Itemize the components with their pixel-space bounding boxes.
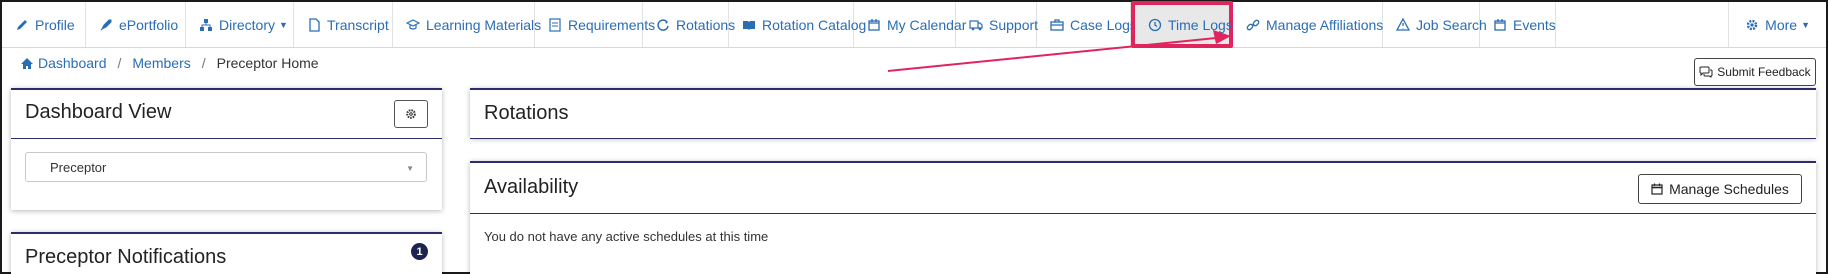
chevron-down-icon: ▼	[406, 164, 414, 173]
manage-schedules-button[interactable]: Manage Schedules	[1638, 174, 1802, 204]
top-navigation: Profile ePortfolio Directory ▼ Transcrip…	[2, 1, 1826, 48]
chat-bubble-icon	[1699, 66, 1713, 78]
nav-time-logs[interactable]: Time Logs	[1131, 1, 1233, 48]
panel-divider	[470, 138, 1816, 139]
breadcrumb-members[interactable]: Members	[132, 55, 190, 71]
gear-icon	[405, 108, 417, 120]
availability-title: Availability	[484, 176, 579, 198]
pencil-icon	[15, 18, 29, 32]
breadcrumb-separator: /	[117, 55, 122, 71]
breadcrumb: Dashboard / Members / Preceptor Home	[20, 55, 319, 71]
link-icon	[1246, 18, 1260, 32]
rocket-icon	[99, 18, 113, 32]
nav-transcript[interactable]: Transcript	[294, 2, 393, 47]
dashboard-view-select[interactable]: Preceptor ▼	[25, 152, 427, 182]
breadcrumb-separator: /	[201, 55, 206, 71]
caret-down-icon: ▼	[279, 19, 288, 30]
calendar-icon	[1493, 18, 1507, 32]
rotations-panel: Rotations	[470, 88, 1816, 139]
nav-events[interactable]: Events	[1480, 2, 1556, 47]
panel-divider	[470, 213, 1816, 214]
book-open-icon	[742, 18, 756, 32]
notification-count-badge: 1	[411, 243, 428, 260]
rotations-title: Rotations	[484, 102, 569, 124]
preceptor-notifications-title: Preceptor Notifications	[25, 246, 227, 268]
gear-icon	[1745, 18, 1759, 32]
caret-down-icon: ▼	[1801, 19, 1810, 30]
graduation-cap-icon	[406, 18, 420, 32]
availability-panel: Availability Manage Schedules You do not…	[470, 161, 1816, 274]
alert-triangle-icon	[1396, 17, 1410, 32]
nav-case-logs[interactable]: Case Logs	[1037, 2, 1137, 47]
nav-spacer	[1556, 2, 1730, 47]
nav-more[interactable]: More ▼	[1729, 2, 1826, 47]
briefcase-icon	[1050, 18, 1064, 32]
list-box-icon	[548, 17, 562, 32]
home-icon	[20, 57, 34, 70]
panel-divider	[11, 138, 442, 139]
preceptor-notifications-panel: Preceptor Notifications 1	[11, 232, 442, 274]
document-icon	[307, 17, 321, 32]
breadcrumb-current: Preceptor Home	[216, 55, 319, 71]
nav-manage-affiliations[interactable]: Manage Affiliations	[1233, 2, 1383, 47]
dashboard-settings-button[interactable]	[394, 100, 428, 128]
calendar-icon	[1651, 183, 1663, 195]
dashboard-view-title: Dashboard View	[25, 101, 172, 123]
nav-job-search[interactable]: Job Search	[1383, 2, 1487, 47]
nav-rotation-catalog[interactable]: Rotation Catalog	[729, 2, 866, 47]
calendar-icon	[867, 18, 881, 32]
nav-my-calendar[interactable]: My Calendar	[854, 2, 966, 47]
submit-feedback-button[interactable]: Submit Feedback	[1694, 58, 1816, 86]
nav-profile[interactable]: Profile	[2, 2, 86, 47]
ambulance-icon	[969, 18, 983, 32]
breadcrumb-dashboard[interactable]: Dashboard	[20, 55, 107, 71]
nav-eportfolio[interactable]: ePortfolio	[86, 2, 186, 47]
nav-requirements[interactable]: Requirements	[535, 2, 655, 47]
nav-support[interactable]: Support	[956, 2, 1038, 47]
availability-empty-message: You do not have any active schedules at …	[484, 229, 769, 244]
clock-icon	[1148, 18, 1162, 32]
nav-learning-materials[interactable]: Learning Materials	[393, 2, 541, 47]
nav-directory[interactable]: Directory ▼	[186, 2, 294, 47]
dashboard-view-panel: Dashboard View Preceptor ▼	[11, 88, 442, 210]
nav-rotations[interactable]: Rotations	[643, 2, 735, 47]
refresh-icon	[656, 18, 670, 32]
sitemap-icon	[199, 18, 213, 32]
